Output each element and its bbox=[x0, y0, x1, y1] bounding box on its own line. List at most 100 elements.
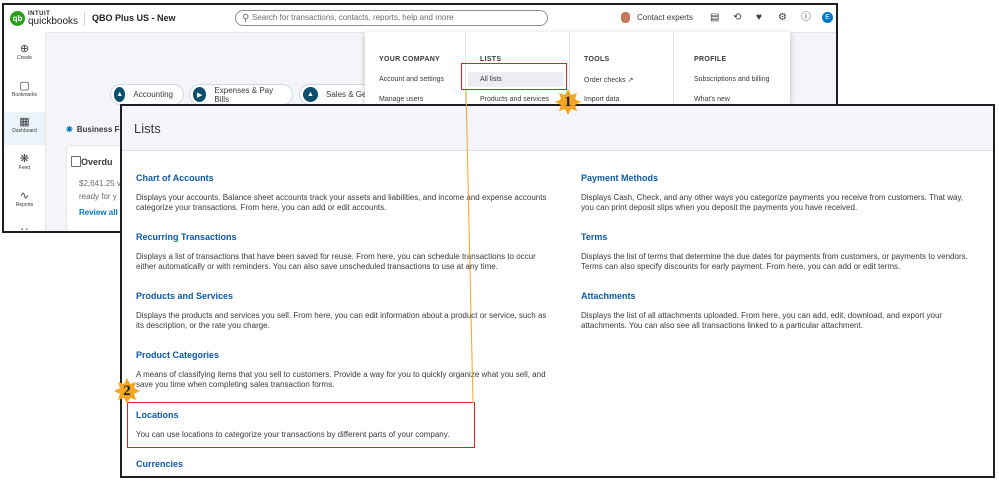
product-categories-link[interactable]: Product Categories bbox=[136, 350, 219, 360]
currencies-link[interactable]: Currencies bbox=[136, 459, 183, 469]
nav-reports-label: Reports bbox=[15, 202, 34, 208]
menu-products-services[interactable]: Products and services bbox=[480, 96, 549, 103]
step-2-label: 2 bbox=[123, 383, 131, 399]
contact-experts-button[interactable]: Contact experts bbox=[621, 12, 693, 23]
search-placeholder: Search for transactions, contacts, repor… bbox=[252, 13, 454, 22]
desc-line: Displays the products and services you s… bbox=[136, 311, 547, 320]
quickbooks-logo[interactable]: qb INTUIT quickbooks bbox=[10, 10, 79, 27]
desc-line: either automatically or with reminders. … bbox=[136, 262, 498, 271]
payment-methods-desc: Displays Cash, Check, and any other ways… bbox=[581, 193, 963, 213]
help-icon[interactable]: ⓘ bbox=[801, 13, 811, 23]
menu-account-settings[interactable]: Account and settings bbox=[379, 76, 444, 83]
search-icon: ⚲ bbox=[242, 13, 250, 24]
sparkle-icon: ❋ bbox=[66, 125, 73, 134]
sales-label: Sales & Get bbox=[326, 90, 369, 99]
expenses-label: Expenses & Pay Bills bbox=[214, 85, 274, 104]
locations-highlight bbox=[127, 402, 475, 448]
nav-more[interactable]: ∷ bbox=[4, 225, 45, 233]
payment-methods-link[interactable]: Payment Methods bbox=[581, 173, 658, 183]
your-company-column: YOUR COMPANY Account and settings Manage… bbox=[365, 32, 465, 104]
recurring-transactions-link[interactable]: Recurring Transactions bbox=[136, 232, 237, 242]
review-all-link[interactable]: Review all bbox=[79, 208, 118, 217]
desc-line: you can print deposit slips when you dep… bbox=[581, 203, 858, 212]
nav-bookmarks[interactable]: ▢ Bookmarks bbox=[4, 79, 45, 98]
profile-heading: PROFILE bbox=[694, 56, 727, 63]
apps-icon: ∷ bbox=[21, 226, 28, 233]
menu-whats-new[interactable]: What's new bbox=[694, 96, 730, 103]
side-nav: ⊕ Create ▢ Bookmarks ▦ Dashboard ❋ Feed … bbox=[4, 32, 46, 231]
business-feed-heading: ❋ Business Fe bbox=[66, 125, 124, 134]
desc-line: its description, or the rate you charge. bbox=[136, 321, 270, 330]
desc-line: A means of classifying items that you se… bbox=[136, 370, 546, 379]
page-title: Lists bbox=[134, 121, 161, 136]
expert-avatar-icon bbox=[621, 12, 630, 23]
recurring-transactions-desc: Displays a list of transactions that hav… bbox=[136, 252, 536, 272]
attachments-desc: Displays the list of all attachments upl… bbox=[581, 311, 942, 331]
accounting-label: Accounting bbox=[133, 90, 173, 99]
expenses-pill[interactable]: ▶ Expenses & Pay Bills bbox=[189, 84, 293, 105]
menu-manage-users[interactable]: Manage users bbox=[379, 96, 423, 103]
back-icon[interactable]: ⟲ bbox=[733, 13, 741, 23]
clipboard-icon[interactable]: ▤ bbox=[710, 13, 719, 23]
logo-quickbooks-text: quickbooks bbox=[28, 16, 79, 27]
step-1-label: 1 bbox=[564, 94, 572, 110]
overdue-card: Overdu $2,641.25 v ready for y Review al… bbox=[66, 145, 128, 231]
products-and-services-link[interactable]: Products and Services bbox=[136, 291, 233, 301]
external-link-icon: ↗ bbox=[627, 77, 634, 84]
nav-feed[interactable]: ❋ Feed bbox=[4, 152, 45, 171]
nav-create[interactable]: ⊕ Create bbox=[4, 42, 45, 61]
terms-link[interactable]: Terms bbox=[581, 232, 607, 242]
card-amount: $2,641.25 v bbox=[79, 179, 121, 188]
qb-logo-icon: qb bbox=[10, 10, 25, 26]
lists-heading: LISTS bbox=[480, 56, 502, 63]
chart-icon: ∿ bbox=[19, 190, 30, 202]
chart-of-accounts-desc: Displays your accounts. Balance sheet ac… bbox=[136, 193, 546, 213]
invoice-icon bbox=[71, 156, 81, 167]
contact-experts-label: Contact experts bbox=[637, 13, 694, 22]
card-title: Overdu bbox=[81, 157, 113, 167]
sparkle-icon: ❋ bbox=[19, 153, 30, 165]
tools-column: TOOLS Order checks ↗ Import data bbox=[569, 32, 674, 104]
grid-icon: ▦ bbox=[19, 116, 30, 128]
order-checks-label: Order checks bbox=[584, 77, 626, 84]
nav-dashboard-label: Dashboard bbox=[12, 128, 37, 134]
nav-reports[interactable]: ∿ Reports bbox=[4, 189, 45, 208]
desc-line: Terms can also specify discounts for ear… bbox=[581, 262, 901, 271]
menu-import-data[interactable]: Import data bbox=[584, 96, 619, 103]
tools-heading: TOOLS bbox=[584, 56, 610, 63]
business-feed-label: Business Fe bbox=[76, 125, 124, 134]
all-lists-highlight bbox=[461, 63, 567, 90]
topbar-divider bbox=[84, 11, 85, 26]
bookmark-icon: ▢ bbox=[19, 80, 30, 92]
accounting-pill[interactable]: ▲ Accounting bbox=[110, 84, 184, 105]
accounting-icon: ▲ bbox=[114, 87, 126, 102]
your-company-heading: YOUR COMPANY bbox=[379, 56, 441, 63]
user-avatar[interactable]: E bbox=[822, 12, 833, 23]
menu-order-checks[interactable]: Order checks ↗ bbox=[584, 76, 633, 84]
desc-line: Displays your accounts. Balance sheet ac… bbox=[136, 193, 547, 202]
nav-feed-label: Feed bbox=[18, 165, 31, 171]
gear-icon[interactable]: ⚙ bbox=[778, 13, 787, 23]
products-and-services-desc: Displays the products and services you s… bbox=[136, 311, 546, 331]
company-name: QBO Plus US - New bbox=[92, 13, 176, 23]
terms-desc: Displays the list of terms that determin… bbox=[581, 252, 968, 272]
product-categories-desc: A means of classifying items that you se… bbox=[136, 370, 546, 390]
chart-of-accounts-link[interactable]: Chart of Accounts bbox=[136, 173, 214, 183]
expenses-icon: ▶ bbox=[193, 87, 207, 102]
attachments-link[interactable]: Attachments bbox=[581, 291, 636, 301]
profile-column: PROFILE Subscriptions and billing What's… bbox=[673, 32, 791, 104]
desc-line: categorize your transactions. From here,… bbox=[136, 203, 387, 212]
top-bar: qb INTUIT quickbooks QBO Plus US - New ⚲… bbox=[4, 5, 836, 33]
desc-line: attachments. You can also see all transa… bbox=[581, 321, 863, 330]
desc-line: Displays a list of transactions that hav… bbox=[136, 252, 536, 261]
sales-icon: ▲ bbox=[303, 87, 318, 102]
desc-line: save you time when completing sales tran… bbox=[136, 380, 335, 389]
desc-line: Displays the list of all attachments upl… bbox=[581, 311, 943, 320]
desc-line: Displays the list of terms that determin… bbox=[581, 252, 968, 261]
menu-subscriptions-billing[interactable]: Subscriptions and billing bbox=[694, 76, 770, 83]
search-input[interactable]: ⚲ Search for transactions, contacts, rep… bbox=[235, 10, 548, 26]
step-2-badge: 2 bbox=[114, 378, 140, 404]
notification-icon[interactable]: ♥ bbox=[756, 13, 762, 23]
nav-dashboard[interactable]: ▦ Dashboard bbox=[4, 112, 45, 145]
desc-line: Displays Cash, Check, and any other ways… bbox=[581, 193, 964, 202]
